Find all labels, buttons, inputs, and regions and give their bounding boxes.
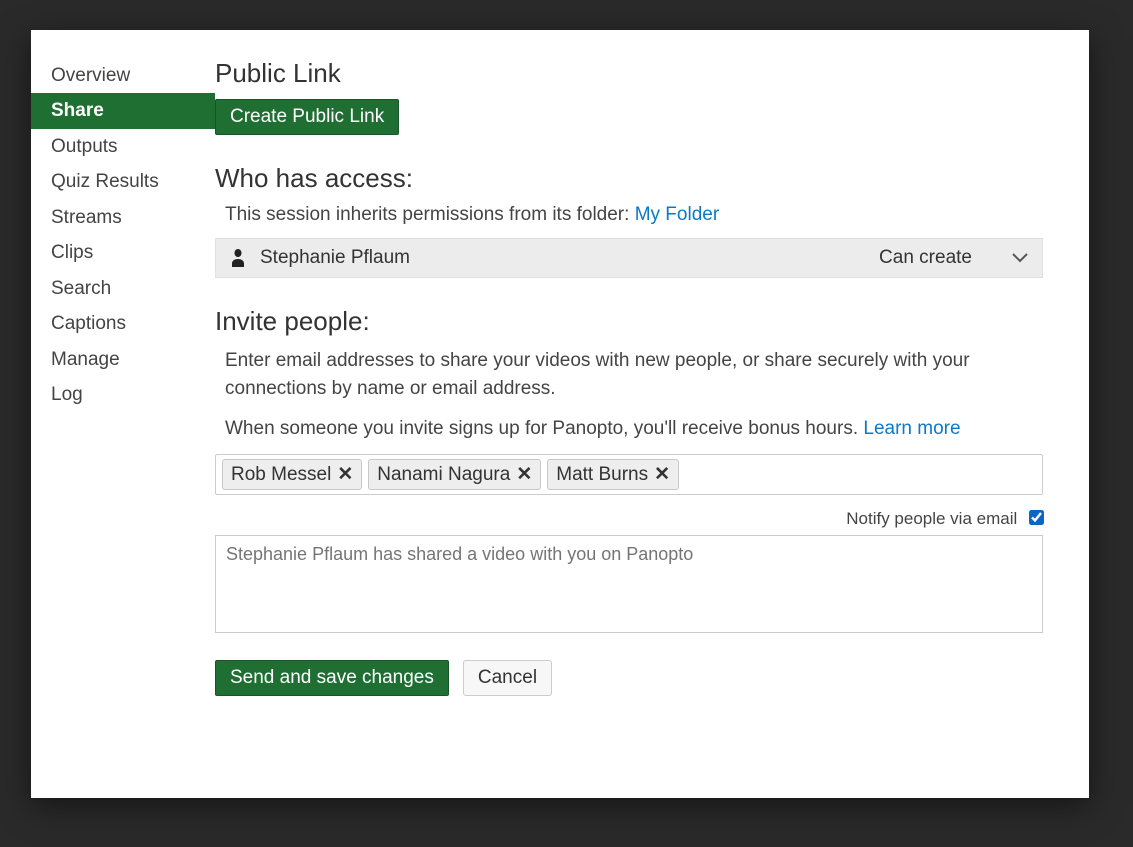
- person-icon: [230, 249, 246, 267]
- invite-description: Enter email addresses to share your vide…: [225, 347, 1043, 402]
- sidebar-item-share[interactable]: Share: [31, 93, 215, 128]
- sidebar-item-manage[interactable]: Manage: [31, 342, 215, 377]
- invite-bonus-prefix: When someone you invite signs up for Pan…: [225, 418, 863, 439]
- actions-row: Send and save changes Cancel: [215, 660, 1043, 696]
- sidebar-item-outputs[interactable]: Outputs: [31, 129, 215, 164]
- invite-text-input[interactable]: [685, 463, 695, 487]
- sidebar: Overview Share Outputs Quiz Results Stre…: [31, 30, 215, 798]
- cancel-button[interactable]: Cancel: [463, 660, 552, 696]
- invite-token: Nanami Nagura ✕: [368, 459, 541, 490]
- invite-token-label: Rob Messel: [231, 464, 331, 486]
- who-has-access-heading: Who has access:: [215, 163, 1043, 194]
- notify-row: Notify people via email: [215, 509, 1043, 529]
- remove-token-icon[interactable]: ✕: [516, 463, 532, 486]
- folder-link[interactable]: My Folder: [635, 204, 719, 225]
- access-row[interactable]: Stephanie Pflaum Can create: [215, 238, 1043, 278]
- sidebar-item-search[interactable]: Search: [31, 271, 215, 306]
- learn-more-link[interactable]: Learn more: [863, 418, 960, 439]
- settings-panel: Overview Share Outputs Quiz Results Stre…: [31, 30, 1089, 798]
- chevron-down-icon[interactable]: [1012, 247, 1028, 269]
- inherit-prefix: This session inherits permissions from i…: [225, 204, 635, 225]
- notify-label[interactable]: Notify people via email: [846, 509, 1043, 528]
- invite-token: Matt Burns ✕: [547, 459, 679, 490]
- create-public-link-button[interactable]: Create Public Link: [215, 99, 399, 135]
- inherit-permissions-text: This session inherits permissions from i…: [225, 204, 1043, 226]
- sidebar-item-log[interactable]: Log: [31, 377, 215, 412]
- sidebar-item-quiz-results[interactable]: Quiz Results: [31, 164, 215, 199]
- sidebar-item-overview[interactable]: Overview: [31, 58, 215, 93]
- sidebar-item-streams[interactable]: Streams: [31, 200, 215, 235]
- invite-token-label: Nanami Nagura: [377, 464, 510, 486]
- send-save-button[interactable]: Send and save changes: [215, 660, 449, 696]
- invite-people-heading: Invite people:: [215, 306, 1043, 337]
- access-permission-label: Can create: [879, 247, 972, 269]
- access-user-name: Stephanie Pflaum: [260, 247, 879, 269]
- invite-token: Rob Messel ✕: [222, 459, 362, 490]
- main-content: Public Link Create Public Link Who has a…: [215, 30, 1089, 798]
- notify-label-text: Notify people via email: [846, 509, 1017, 528]
- invite-message-textarea[interactable]: [215, 535, 1043, 633]
- sidebar-item-clips[interactable]: Clips: [31, 235, 215, 270]
- public-link-heading: Public Link: [215, 58, 1043, 89]
- remove-token-icon[interactable]: ✕: [337, 463, 353, 486]
- invite-token-input[interactable]: Rob Messel ✕ Nanami Nagura ✕ Matt Burns …: [215, 454, 1043, 495]
- remove-token-icon[interactable]: ✕: [654, 463, 670, 486]
- invite-bonus-text: When someone you invite signs up for Pan…: [225, 418, 1043, 440]
- sidebar-item-captions[interactable]: Captions: [31, 306, 215, 341]
- invite-token-label: Matt Burns: [556, 464, 648, 486]
- notify-checkbox[interactable]: [1029, 510, 1044, 525]
